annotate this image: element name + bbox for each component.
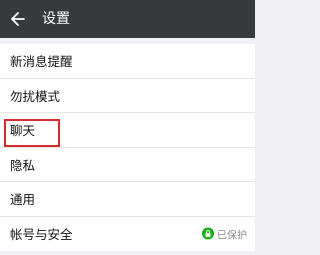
settings-item-label: 通用 xyxy=(10,192,36,208)
chat-highlight-box xyxy=(4,119,60,147)
back-arrow-icon[interactable] xyxy=(9,11,25,27)
settings-item-privacy[interactable]: 隐私 xyxy=(0,148,255,182)
settings-item-account-security[interactable]: 帐号与安全 已保护 xyxy=(0,217,255,252)
shield-lock-icon xyxy=(202,227,214,240)
settings-item-label: 帐号与安全 xyxy=(10,227,73,243)
settings-item-do-not-disturb[interactable]: 勿扰模式 xyxy=(0,79,255,113)
settings-item-label: 隐私 xyxy=(10,157,36,173)
title-bar: 设置 xyxy=(0,0,255,38)
settings-item-label: 新消息提醒 xyxy=(10,54,73,70)
settings-item-notifications[interactable]: 新消息提醒 xyxy=(0,44,255,79)
protection-status-label: 已保护 xyxy=(217,230,247,242)
settings-item-general[interactable]: 通用 xyxy=(0,182,255,217)
settings-item-label: 勿扰模式 xyxy=(10,88,61,104)
settings-list: 新消息提醒 勿扰模式 聊天 隐私 通用 帐号与安全 已保护 xyxy=(0,44,255,251)
protection-status: 已保护 xyxy=(202,226,247,241)
page-title: 设置 xyxy=(42,11,70,27)
